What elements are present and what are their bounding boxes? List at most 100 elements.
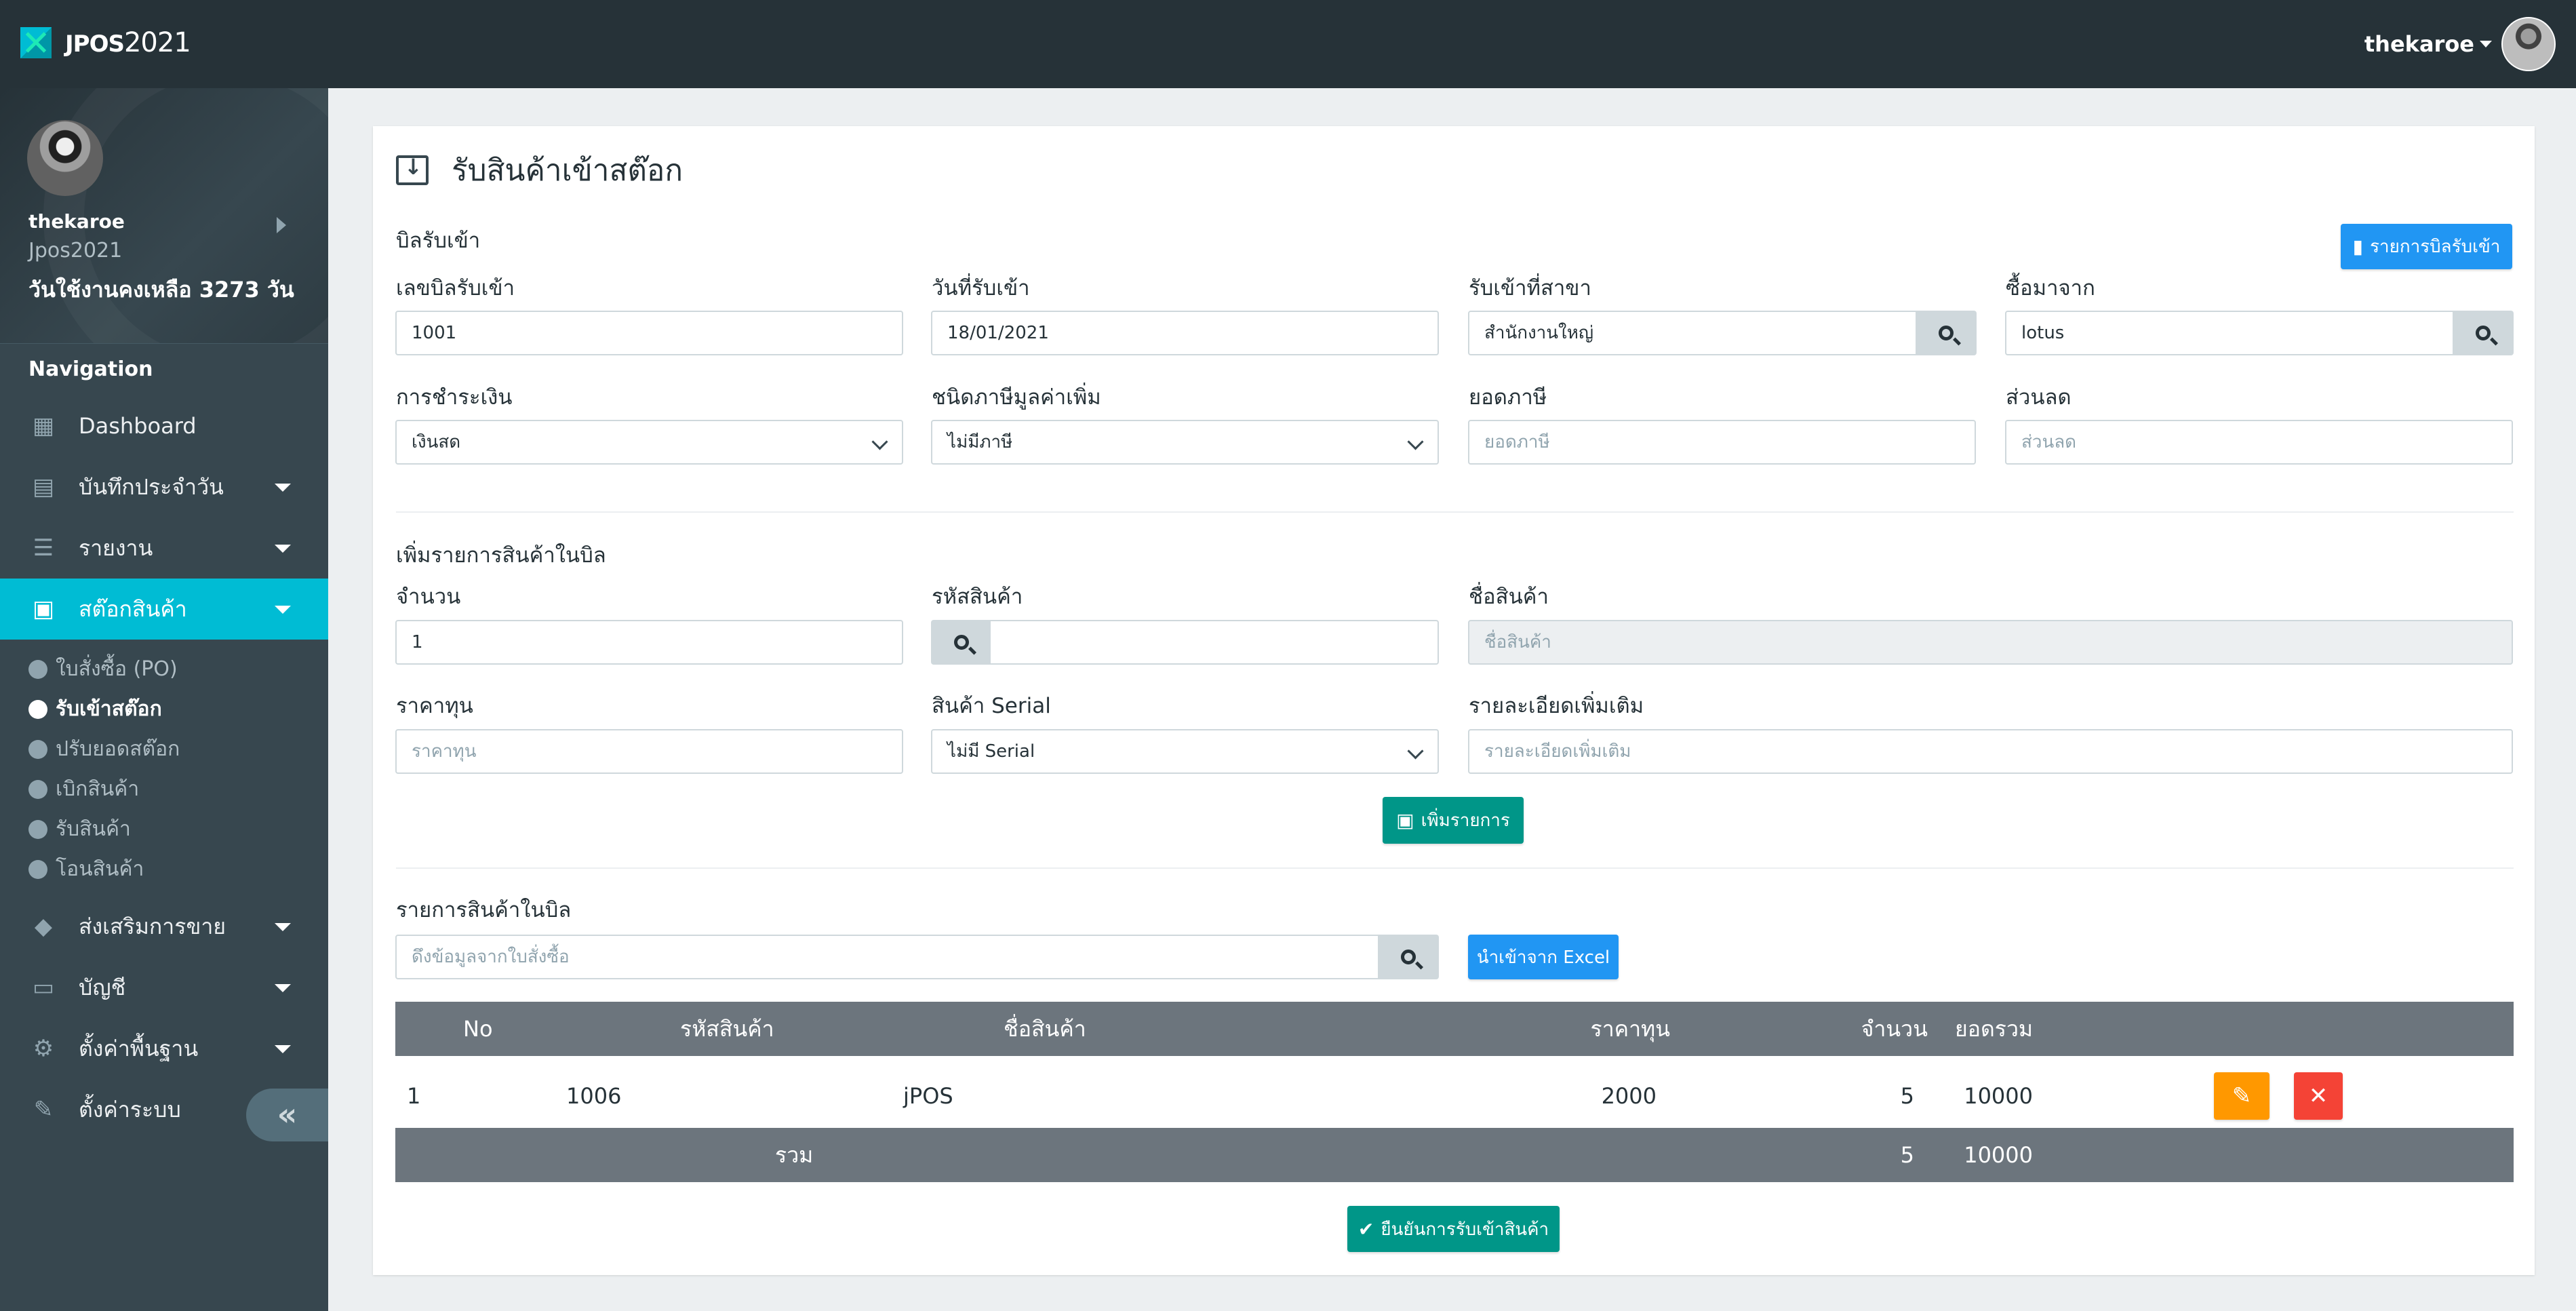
search-icon: [954, 635, 969, 650]
submenu-item-transfer[interactable]: โอนสินค้า: [0, 849, 328, 889]
laptop-icon: ▭: [32, 974, 55, 1001]
import-excel-button[interactable]: นำเข้าจาก Excel: [1468, 935, 1619, 979]
chevron-down-icon: [1407, 743, 1424, 760]
save-icon: ▣: [1396, 809, 1414, 831]
submenu-item-po[interactable]: ใบสั่งซื้อ (PO): [0, 649, 328, 689]
supplier-input[interactable]: lotus: [2005, 311, 2455, 355]
avatar[interactable]: [2501, 17, 2556, 71]
logo-icon: [20, 27, 52, 58]
sidebar-item-stock[interactable]: ▣ สต๊อกสินค้า: [0, 579, 328, 640]
section-add-item: เพิ่มรายการสินค้าในบิล: [396, 543, 606, 568]
cash-register-icon: ▤: [32, 473, 55, 501]
bill-list-button[interactable]: ▮ รายการบิลรับเข้า: [2341, 224, 2512, 269]
sidebar-item-dashboard[interactable]: ▦ Dashboard: [0, 395, 328, 456]
sidebar-item-label: สต๊อกสินค้า: [79, 595, 187, 622]
submenu-label: โอนสินค้า: [56, 857, 144, 881]
bullet-icon: [28, 659, 47, 679]
bullet-icon: [28, 699, 47, 719]
branch-search-button[interactable]: [1916, 311, 1977, 355]
button-label: ยืนยันการรับเข้าสินค้า: [1381, 1219, 1549, 1240]
stock-in-card: รับสินค้าเข้าสต๊อก บิลรับเข้า ▮ รายการบิล…: [373, 126, 2535, 1275]
cell-name: jPOS: [903, 1083, 953, 1109]
submenu-label: ใบสั่งซื้อ (PO): [56, 657, 178, 681]
footer-total: 10000: [1964, 1142, 2033, 1168]
app-logo[interactable]: JPOS2021: [20, 27, 191, 58]
caret-down-icon[interactable]: [2480, 41, 2492, 47]
submenu-item-receive[interactable]: รับสินค้า: [0, 809, 328, 849]
sidebar-item-label: Dashboard: [79, 413, 197, 439]
profile-name: thekaroe: [28, 210, 125, 233]
stock-submenu: ใบสั่งซื้อ (PO) รับเข้าสต๊อก ปรับยอดสต๊อ…: [0, 640, 328, 896]
submenu-label: เบิกสินค้า: [56, 777, 140, 801]
caret-down-icon: [275, 1045, 291, 1053]
divider: [396, 867, 2514, 869]
nav-heading: Navigation: [0, 343, 328, 395]
serial-label: สินค้า Serial: [932, 694, 1051, 718]
submenu-item-withdraw[interactable]: เบิกสินค้า: [0, 769, 328, 809]
supplier-search-button[interactable]: [2453, 311, 2514, 355]
search-icon: [1401, 950, 1416, 964]
po-input[interactable]: ดึงข้อมูลจากใบสั่งซื้อ: [395, 935, 1381, 979]
footer-label: รวม: [775, 1142, 814, 1168]
caret-down-icon: [275, 545, 291, 553]
sidebar-item-report[interactable]: ☰ รายงาน: [0, 517, 328, 579]
confirm-stock-in-button[interactable]: ✔ ยืนยันการรับเข้าสินค้า: [1347, 1206, 1560, 1252]
button-label: รายการบิลรับเข้า: [2370, 237, 2501, 257]
supplier-label: ซื้อมาจาก: [2006, 276, 2095, 300]
sidebar-item-daily[interactable]: ▤ บันทึกประจำวัน: [0, 456, 328, 517]
search-icon: [1939, 326, 1954, 340]
tag-icon: ◆: [34, 913, 53, 940]
chevron-down-icon: [1407, 433, 1424, 450]
profile-toggle-icon[interactable]: [277, 217, 286, 233]
column-header: ชื่อสินค้า: [1004, 1016, 1086, 1042]
caret-down-icon: [275, 484, 291, 492]
sidebar-item-account[interactable]: ▭ บัญชี: [0, 957, 328, 1018]
sidebar-item-basic-settings[interactable]: ⚙ ตั้งค่าพื้นฐาน: [0, 1018, 328, 1079]
divider: [396, 511, 2514, 513]
sidebar-item-label: รายงาน: [79, 534, 153, 561]
bullet-icon: [28, 739, 47, 759]
payment-select[interactable]: เงินสด: [395, 420, 903, 465]
code-input[interactable]: [989, 620, 1439, 665]
sidebar-item-promotion[interactable]: ◆ ส่งเสริมการขาย: [0, 896, 328, 957]
user-menu[interactable]: thekaroe: [2364, 17, 2556, 71]
branch-input[interactable]: สำนักงานใหญ่: [1468, 311, 1918, 355]
qty-input[interactable]: 1: [395, 620, 903, 665]
submenu-item-adjust[interactable]: ปรับยอดสต๊อก: [0, 729, 328, 769]
code-search-button[interactable]: [931, 620, 992, 665]
submenu-label: ปรับยอดสต๊อก: [56, 737, 180, 761]
discount-input[interactable]: ส่วนลด: [2005, 420, 2513, 465]
brand-name: JPOS2021: [65, 27, 191, 58]
sidebar-item-label: ส่งเสริมการขาย: [79, 913, 226, 939]
sidebar-collapse-button[interactable]: «: [246, 1089, 328, 1141]
close-icon: ✕: [2308, 1082, 2329, 1110]
serial-select[interactable]: ไม่มี Serial: [931, 729, 1439, 774]
bullet-icon: [28, 819, 47, 839]
user-name[interactable]: thekaroe: [2364, 31, 2474, 57]
chart-icon: ▦: [32, 412, 55, 439]
gear-icon: ⚙: [33, 1035, 54, 1062]
discount-label: ส่วนลด: [2006, 385, 2072, 410]
edit-button[interactable]: ✎: [2214, 1072, 2270, 1120]
section-items: รายการสินค้าในบิล: [396, 898, 572, 922]
vat-amount-input[interactable]: ยอดภาษี: [1468, 420, 1976, 465]
chevron-down-icon: [871, 433, 888, 450]
table-header: No รหัสสินค้า ชื่อสินค้า ราคาทุน จำนวน ย…: [395, 1002, 2514, 1056]
submenu-item-stock-in[interactable]: รับเข้าสต๊อก: [0, 689, 328, 729]
detail-label: รายละเอียดเพิ่มเติม: [1469, 694, 1644, 718]
cost-input[interactable]: ราคาทุน: [395, 729, 903, 774]
pencil-icon: ✎: [2232, 1082, 2252, 1110]
delete-button[interactable]: ✕: [2294, 1072, 2343, 1120]
selected-value: เงินสด: [412, 432, 461, 452]
page-title: รับสินค้าเข้าสต๊อก: [396, 146, 683, 194]
add-item-button[interactable]: ▣ เพิ่มรายการ: [1383, 797, 1524, 844]
vat-type-select[interactable]: ไม่มีภาษี: [931, 420, 1439, 465]
profile-app: Jpos2021: [28, 239, 123, 262]
bill-no-input[interactable]: 1001: [395, 311, 903, 355]
selected-value: ไม่มีภาษี: [947, 432, 1013, 452]
date-input[interactable]: 18/01/2021: [931, 311, 1439, 355]
po-search-button[interactable]: [1378, 935, 1439, 979]
detail-input[interactable]: รายละเอียดเพิ่มเติม: [1468, 729, 2513, 774]
column-header: No: [463, 1016, 493, 1042]
report-icon: ☰: [33, 534, 54, 562]
